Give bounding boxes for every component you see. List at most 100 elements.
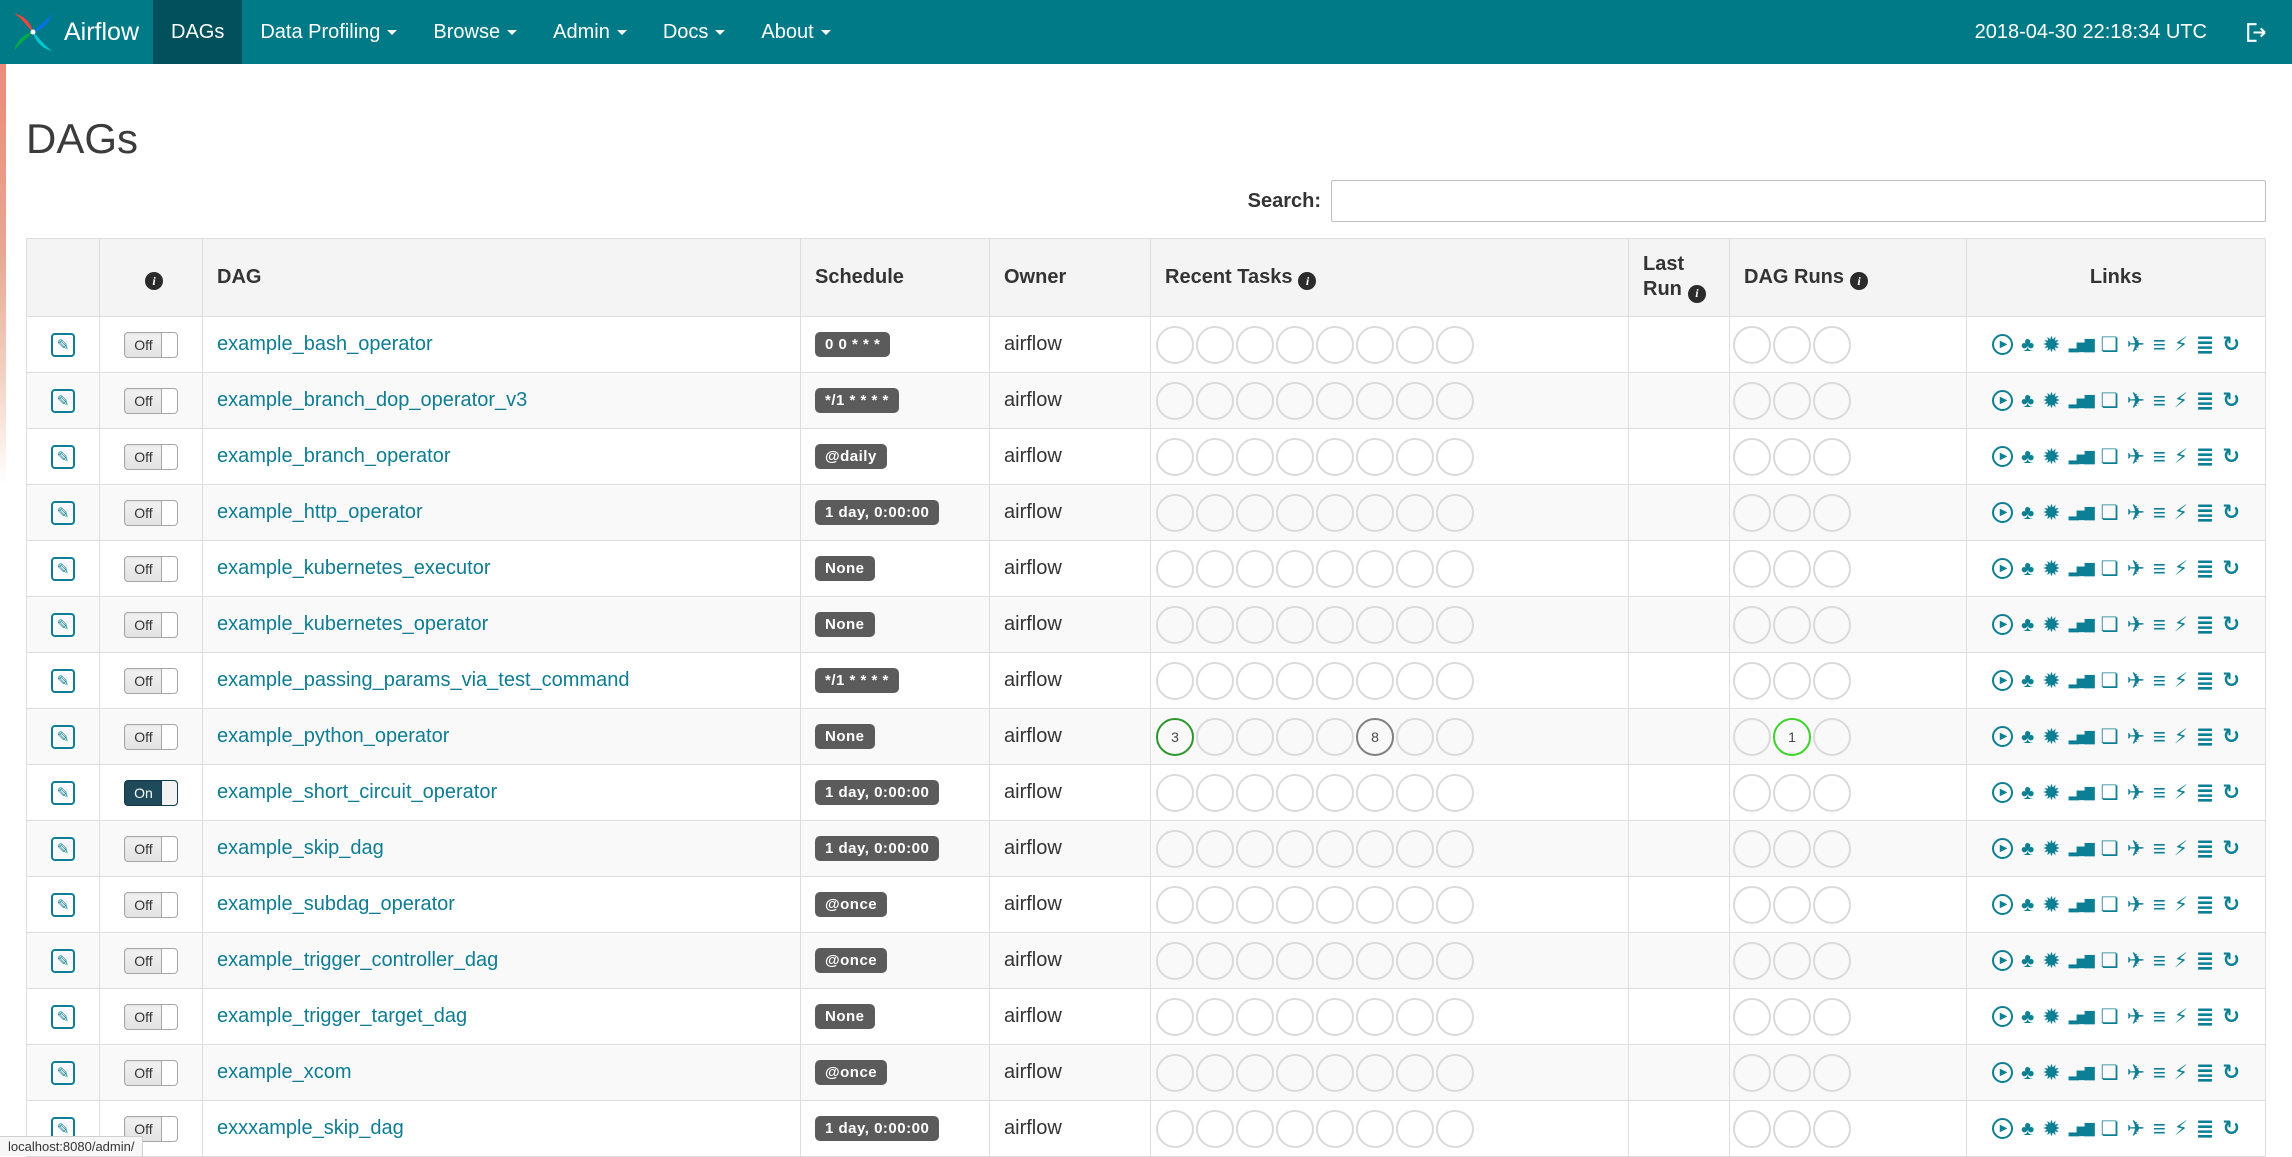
dag-link[interactable]: example_trigger_controller_dag xyxy=(217,949,498,971)
landing-times-link[interactable]: ✈ xyxy=(2127,893,2145,916)
trigger-dag-link[interactable]: ▶ xyxy=(1992,334,2014,356)
tree-view-link[interactable]: ♣ xyxy=(2021,503,2034,523)
edit-dag-icon[interactable]: ✎ xyxy=(51,500,75,525)
code-view-link[interactable]: ⚡ xyxy=(2174,447,2188,467)
gantt-link[interactable]: ≡ xyxy=(2153,949,2166,972)
edit-dag-icon[interactable]: ✎ xyxy=(51,892,75,917)
gantt-link[interactable]: ≡ xyxy=(2153,445,2166,468)
code-view-link[interactable]: ⚡ xyxy=(2174,671,2188,691)
task-duration-link[interactable]: ▂▅▇ xyxy=(2069,954,2095,967)
tree-view-link[interactable]: ♣ xyxy=(2021,839,2034,859)
graph-view-link[interactable]: ✹ xyxy=(2042,389,2060,412)
logs-link[interactable]: ≣ xyxy=(2196,333,2214,356)
trigger-dag-link[interactable]: ▶ xyxy=(1992,1118,2014,1140)
refresh-link[interactable]: ↻ xyxy=(2222,1118,2240,1139)
task-duration-link[interactable]: ▂▅▇ xyxy=(2069,1010,2095,1023)
logs-link[interactable]: ≣ xyxy=(2196,557,2214,580)
trigger-dag-link[interactable]: ▶ xyxy=(1992,502,2014,524)
trigger-dag-link[interactable]: ▶ xyxy=(1992,614,2014,636)
graph-view-link[interactable]: ✹ xyxy=(2042,1061,2060,1084)
task-tries-link[interactable]: ❏ xyxy=(2101,615,2119,635)
gantt-link[interactable]: ≡ xyxy=(2153,781,2166,804)
refresh-link[interactable]: ↻ xyxy=(2222,838,2240,859)
refresh-link[interactable]: ↻ xyxy=(2222,670,2240,691)
dag-pause-toggle[interactable]: Off xyxy=(124,331,178,358)
landing-times-link[interactable]: ✈ xyxy=(2127,613,2145,636)
tree-view-link[interactable]: ♣ xyxy=(2021,615,2034,635)
code-view-link[interactable]: ⚡ xyxy=(2174,1063,2188,1083)
landing-times-link[interactable]: ✈ xyxy=(2127,837,2145,860)
code-view-link[interactable]: ⚡ xyxy=(2174,1119,2188,1139)
refresh-link[interactable]: ↻ xyxy=(2222,894,2240,915)
edit-dag-icon[interactable]: ✎ xyxy=(51,1004,75,1029)
dag-pause-toggle[interactable]: On xyxy=(124,779,178,806)
task-tries-link[interactable]: ❏ xyxy=(2101,951,2119,971)
trigger-dag-link[interactable]: ▶ xyxy=(1992,726,2014,748)
edit-dag-icon[interactable]: ✎ xyxy=(51,332,75,357)
refresh-link[interactable]: ↻ xyxy=(2222,558,2240,579)
landing-times-link[interactable]: ✈ xyxy=(2127,557,2145,580)
edit-dag-icon[interactable]: ✎ xyxy=(51,836,75,861)
task-duration-link[interactable]: ▂▅▇ xyxy=(2069,674,2095,687)
task-tries-link[interactable]: ❏ xyxy=(2101,671,2119,691)
graph-view-link[interactable]: ✹ xyxy=(2042,837,2060,860)
dag-pause-toggle[interactable]: Off xyxy=(124,387,178,414)
gantt-link[interactable]: ≡ xyxy=(2153,389,2166,412)
trigger-dag-link[interactable]: ▶ xyxy=(1992,1006,2014,1028)
edit-dag-icon[interactable]: ✎ xyxy=(51,444,75,469)
tree-view-link[interactable]: ♣ xyxy=(2021,335,2034,355)
graph-view-link[interactable]: ✹ xyxy=(2042,781,2060,804)
dag-link[interactable]: example_http_operator xyxy=(217,501,423,523)
edit-dag-icon[interactable]: ✎ xyxy=(51,780,75,805)
gantt-link[interactable]: ≡ xyxy=(2153,1061,2166,1084)
task-duration-link[interactable]: ▂▅▇ xyxy=(2069,898,2095,911)
refresh-link[interactable]: ↻ xyxy=(2222,502,2240,523)
logs-link[interactable]: ≣ xyxy=(2196,1117,2214,1140)
trigger-dag-link[interactable]: ▶ xyxy=(1992,782,2014,804)
nav-item-browse[interactable]: Browse xyxy=(415,0,535,64)
gantt-link[interactable]: ≡ xyxy=(2153,893,2166,916)
code-view-link[interactable]: ⚡ xyxy=(2174,335,2188,355)
task-duration-link[interactable]: ▂▅▇ xyxy=(2069,338,2095,351)
landing-times-link[interactable]: ✈ xyxy=(2127,501,2145,524)
refresh-link[interactable]: ↻ xyxy=(2222,1006,2240,1027)
task-tries-link[interactable]: ❏ xyxy=(2101,559,2119,579)
tree-view-link[interactable]: ♣ xyxy=(2021,895,2034,915)
task-tries-link[interactable]: ❏ xyxy=(2101,1119,2119,1139)
trigger-dag-link[interactable]: ▶ xyxy=(1992,670,2014,692)
landing-times-link[interactable]: ✈ xyxy=(2127,1117,2145,1140)
edit-dag-icon[interactable]: ✎ xyxy=(51,612,75,637)
dag-pause-toggle[interactable]: Off xyxy=(124,891,178,918)
dag-run-count-circle[interactable]: 1 xyxy=(1773,717,1811,756)
task-duration-link[interactable]: ▂▅▇ xyxy=(2069,394,2095,407)
logs-link[interactable]: ≣ xyxy=(2196,613,2214,636)
landing-times-link[interactable]: ✈ xyxy=(2127,389,2145,412)
graph-view-link[interactable]: ✹ xyxy=(2042,1005,2060,1028)
tree-view-link[interactable]: ♣ xyxy=(2021,783,2034,803)
task-duration-link[interactable]: ▂▅▇ xyxy=(2069,842,2095,855)
task-tries-link[interactable]: ❏ xyxy=(2101,783,2119,803)
dag-link[interactable]: example_kubernetes_executor xyxy=(217,557,491,579)
edit-dag-icon[interactable]: ✎ xyxy=(51,668,75,693)
trigger-dag-link[interactable]: ▶ xyxy=(1992,1062,2014,1084)
tree-view-link[interactable]: ♣ xyxy=(2021,391,2034,411)
dag-link[interactable]: example_branch_operator xyxy=(217,445,451,467)
dag-link[interactable]: example_passing_params_via_test_command xyxy=(217,669,629,691)
logs-link[interactable]: ≣ xyxy=(2196,389,2214,412)
task-tries-link[interactable]: ❏ xyxy=(2101,727,2119,747)
refresh-link[interactable]: ↻ xyxy=(2222,782,2240,803)
recent-task-count-circle[interactable]: 3 xyxy=(1156,717,1194,756)
code-view-link[interactable]: ⚡ xyxy=(2174,951,2188,971)
task-tries-link[interactable]: ❏ xyxy=(2101,895,2119,915)
gantt-link[interactable]: ≡ xyxy=(2153,613,2166,636)
tree-view-link[interactable]: ♣ xyxy=(2021,1119,2034,1139)
tree-view-link[interactable]: ♣ xyxy=(2021,1063,2034,1083)
tree-view-link[interactable]: ♣ xyxy=(2021,671,2034,691)
logs-link[interactable]: ≣ xyxy=(2196,893,2214,916)
logs-link[interactable]: ≣ xyxy=(2196,781,2214,804)
task-duration-link[interactable]: ▂▅▇ xyxy=(2069,786,2095,799)
dag-pause-toggle[interactable]: Off xyxy=(124,723,178,750)
refresh-link[interactable]: ↻ xyxy=(2222,446,2240,467)
dag-link[interactable]: example_trigger_target_dag xyxy=(217,1005,467,1027)
landing-times-link[interactable]: ✈ xyxy=(2127,333,2145,356)
